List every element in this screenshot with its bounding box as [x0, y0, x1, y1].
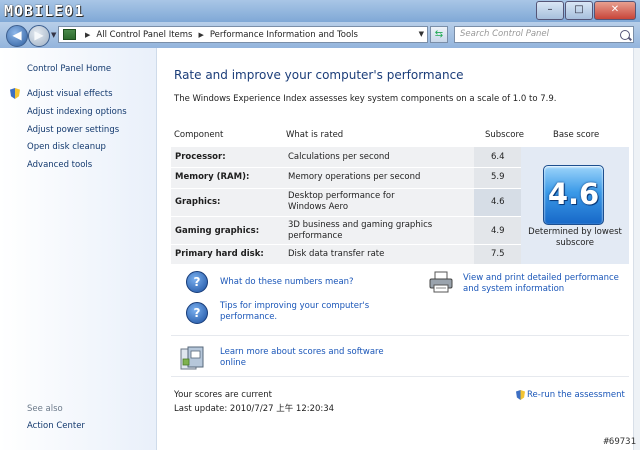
minimize-button[interactable]: – [536, 1, 564, 20]
window-controls: – □ ✕ [535, 1, 636, 20]
refresh-button[interactable]: ⇆ [430, 26, 448, 43]
printer-icon [429, 271, 453, 293]
table-row: Gaming graphics: 3D business and gaming … [171, 217, 521, 245]
subscore-value: 4.6 [491, 197, 505, 207]
forward-arrow-icon: ▶ [34, 28, 44, 42]
subscore-value: 4.9 [491, 226, 505, 236]
what-numbers-mean-link[interactable]: What do these numbers mean? [220, 277, 354, 288]
main-content: Rate and improve your computer's perform… [157, 48, 634, 450]
breadcrumb-performance[interactable]: Performance Information and Tools [210, 30, 358, 40]
component-name: Primary hard disk: [175, 249, 264, 259]
uac-shield-icon [516, 390, 525, 400]
base-score-badge: 4.6 [543, 165, 604, 225]
scores-status: Your scores are current [174, 390, 272, 400]
sidebar: Control Panel Home Adjust visual effects… [0, 48, 157, 450]
sidebar-item-adjust-power-settings[interactable]: Adjust power settings [27, 125, 119, 135]
control-panel-icon [63, 29, 76, 40]
help-icon: ? [186, 271, 208, 293]
page-title: Rate and improve your computer's perform… [174, 68, 464, 82]
chevron-down-icon[interactable]: ▼ [419, 30, 424, 38]
back-arrow-icon: ◀ [12, 28, 22, 42]
sidebar-item-adjust-visual-effects[interactable]: Adjust visual effects [10, 88, 113, 99]
subscore-value: 7.5 [491, 249, 505, 259]
breadcrumb-all-items[interactable]: All Control Panel Items [96, 30, 192, 40]
watermark-id: #69731 [603, 437, 636, 447]
component-name: Memory (RAM): [175, 172, 250, 182]
chevron-right-icon[interactable]: ▶ [198, 31, 203, 39]
sidebar-item-action-center[interactable]: Action Center [27, 421, 85, 431]
rerun-label: Re-run the assessment [527, 390, 625, 400]
column-header-subscore: Subscore [485, 130, 525, 140]
page-description: The Windows Experience Index assesses ke… [174, 94, 557, 104]
last-update: Last update: 2010/7/27 上午 12:20:34 [174, 404, 335, 414]
address-bar[interactable]: ▶ All Control Panel Items ▶ Performance … [58, 26, 428, 43]
search-input[interactable]: Search Control Panel [454, 26, 634, 43]
recent-pages-dropdown[interactable]: ▼ [51, 31, 56, 39]
uac-shield-icon [10, 88, 20, 99]
sidebar-item-advanced-tools[interactable]: Advanced tools [27, 160, 92, 170]
close-button[interactable]: ✕ [594, 1, 636, 20]
column-header-component: Component [174, 130, 224, 140]
sidebar-item-control-panel-home[interactable]: Control Panel Home [27, 64, 111, 74]
software-box-icon [180, 346, 204, 370]
component-name: Gaming graphics: [175, 226, 260, 236]
rated-description: Calculations per second [288, 152, 390, 162]
sidebar-item-adjust-indexing-options[interactable]: Adjust indexing options [27, 107, 127, 117]
rated-description: 3D business and gaming graphics performa… [288, 220, 433, 241]
sidebar-item-label: Adjust visual effects [27, 89, 113, 99]
vertical-scrollbar[interactable] [633, 48, 640, 450]
sidebar-item-open-disk-cleanup[interactable]: Open disk cleanup [27, 142, 106, 152]
component-name: Graphics: [175, 197, 221, 207]
chevron-right-icon[interactable]: ▶ [85, 31, 90, 39]
see-also-heading: See also [27, 404, 63, 414]
score-table-header: Component What is rated Subscore Base sc… [171, 130, 629, 144]
rated-description: Disk data transfer rate [288, 249, 385, 259]
rated-description: Desktop performance for Windows Aero [288, 191, 395, 212]
help-icon: ? [186, 302, 208, 324]
table-row: Memory (RAM): Memory operations per seco… [171, 168, 521, 189]
rated-description: Memory operations per second [288, 172, 421, 182]
component-name: Processor: [175, 152, 226, 162]
subscore-value: 6.4 [491, 152, 505, 162]
table-row: Processor: Calculations per second 6.4 [171, 147, 521, 168]
title-bar: MOBILE01 – □ ✕ [0, 0, 640, 22]
navigation-bar: ◀ ▶ ▼ ▶ All Control Panel Items ▶ Perfor… [0, 22, 640, 48]
tips-improving-link[interactable]: Tips for improving your computer's perfo… [220, 301, 390, 323]
view-print-details-link[interactable]: View and print detailed performance and … [463, 273, 631, 295]
learn-more-link[interactable]: Learn more about scores and software onl… [220, 347, 390, 369]
refresh-icon: ⇆ [434, 29, 444, 40]
watermark-logo: MOBILE01 [4, 2, 85, 20]
base-score-panel: 4.6 Determined by lowest subscore [521, 147, 629, 264]
subscore-value: 5.9 [491, 172, 505, 182]
forward-button[interactable]: ▶ [28, 25, 50, 47]
base-score-caption: Determined by lowest subscore [528, 227, 622, 248]
column-header-base-score: Base score [553, 130, 600, 140]
maximize-button[interactable]: □ [565, 1, 593, 20]
table-row: Graphics: Desktop performance for Window… [171, 189, 521, 217]
back-button[interactable]: ◀ [6, 25, 28, 47]
search-icon[interactable] [620, 30, 630, 40]
rerun-assessment-link[interactable]: Re-run the assessment [516, 390, 625, 400]
table-row: Primary hard disk: Disk data transfer ra… [171, 245, 521, 265]
column-header-what-is-rated: What is rated [286, 130, 344, 140]
